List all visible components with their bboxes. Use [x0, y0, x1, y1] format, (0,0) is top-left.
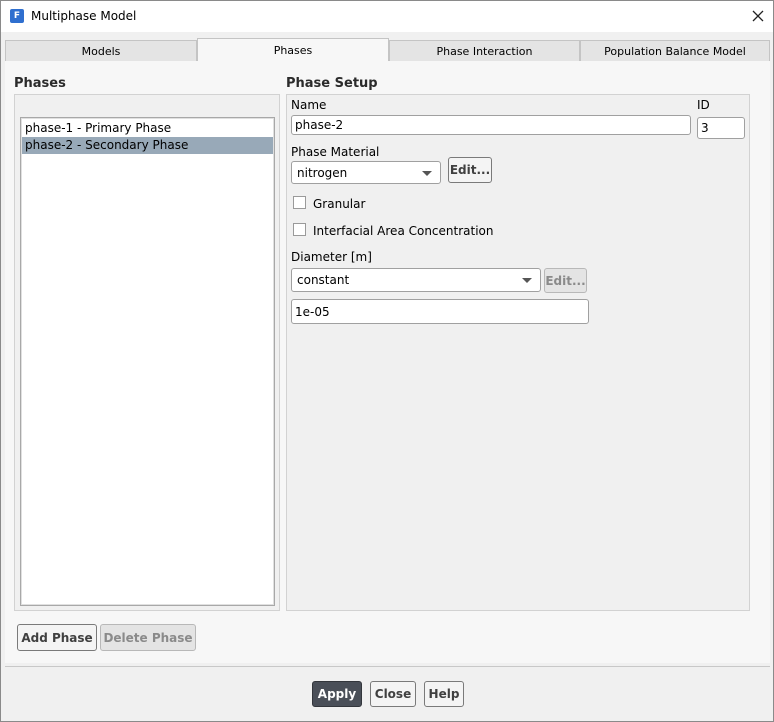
title-bar: F Multiphase Model [1, 1, 773, 32]
phase-material-value: nitrogen [297, 165, 348, 180]
apply-button[interactable]: Apply [312, 681, 362, 707]
granular-checkbox[interactable] [293, 196, 306, 209]
close-button[interactable]: Close [370, 681, 416, 707]
phase-material-dropdown[interactable]: nitrogen [291, 161, 441, 184]
interfacial-area-concentration-label: Interfacial Area Concentration [313, 224, 494, 238]
tab-models[interactable]: Models [5, 40, 197, 61]
diameter-method-value: constant [297, 273, 350, 287]
name-label: Name [291, 98, 327, 112]
close-icon[interactable] [747, 5, 769, 27]
phase-setup-heading: Phase Setup [286, 76, 378, 91]
granular-label: Granular [313, 197, 366, 211]
phase-material-label: Phase Material [291, 145, 380, 159]
id-label: ID [697, 98, 710, 112]
interfacial-area-concentration-checkbox[interactable] [293, 223, 306, 236]
window-title: Multiphase Model [31, 9, 137, 23]
footer-divider [5, 666, 770, 667]
add-phase-button[interactable]: Add Phase [17, 624, 97, 651]
id-field[interactable]: 3 [697, 117, 745, 139]
phases-list[interactable]: phase-1 - Primary Phase phase-2 - Second… [20, 117, 275, 606]
tab-bar: Models Phases Phase Interaction Populati… [5, 38, 770, 61]
tab-population-balance-model[interactable]: Population Balance Model [580, 40, 770, 61]
diameter-edit-button[interactable]: Edit... [544, 268, 587, 293]
app-logo-icon: F [10, 9, 24, 23]
list-item-phase-2[interactable]: phase-2 - Secondary Phase [22, 137, 273, 154]
phases-heading: Phases [14, 76, 66, 91]
tab-phases[interactable]: Phases [197, 38, 389, 61]
multiphase-model-dialog: F Multiphase Model Models Phases Phase I… [0, 0, 774, 722]
tab-phase-interaction[interactable]: Phase Interaction [389, 40, 580, 61]
chevron-down-icon [422, 170, 432, 176]
delete-phase-button[interactable]: Delete Phase [100, 624, 196, 651]
help-button[interactable]: Help [424, 681, 464, 707]
diameter-value-field[interactable]: 1e-05 [291, 299, 589, 324]
material-edit-button[interactable]: Edit... [448, 157, 492, 183]
diameter-method-dropdown[interactable]: constant [291, 268, 541, 292]
list-item-phase-1[interactable]: phase-1 - Primary Phase [22, 120, 273, 137]
diameter-label: Diameter [m] [291, 250, 372, 264]
name-field[interactable]: phase-2 [291, 115, 691, 135]
chevron-down-icon [522, 278, 532, 283]
